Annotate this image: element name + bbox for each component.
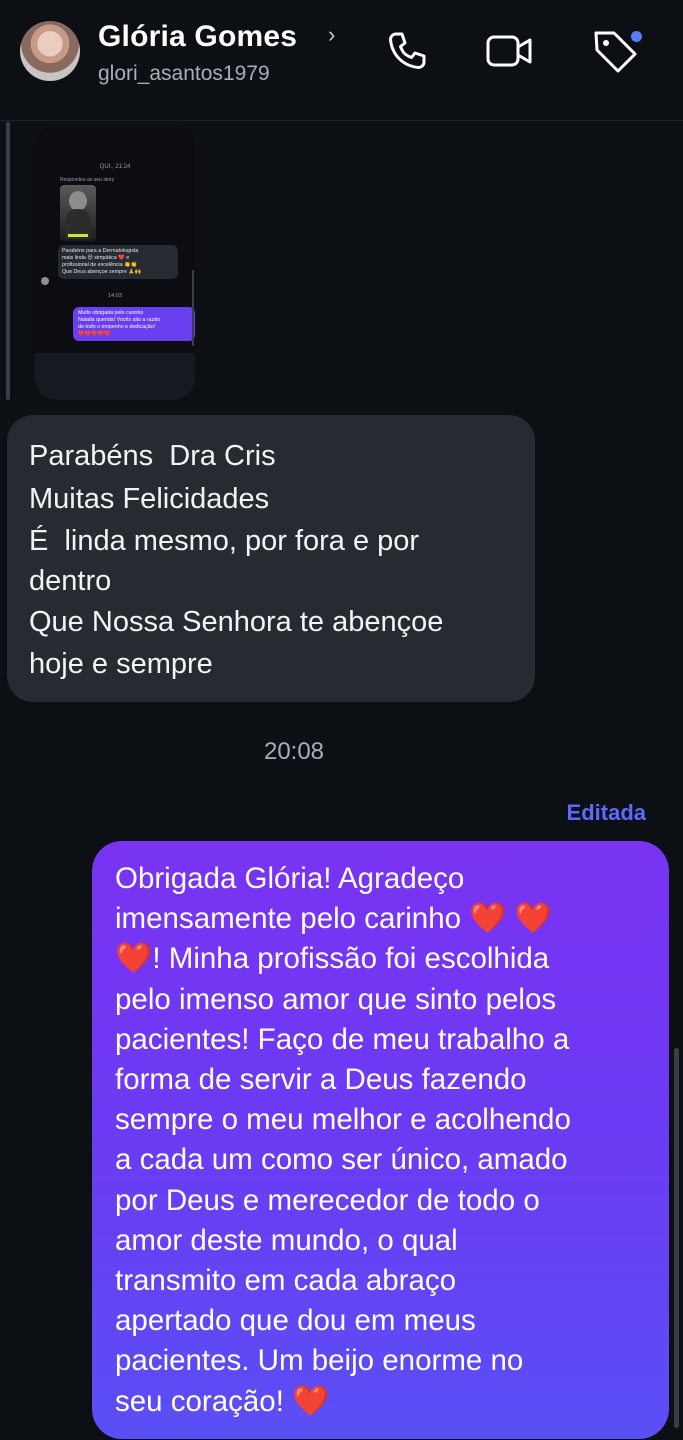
message-line: pelo imenso amor que sinto pelos — [115, 982, 557, 1016]
chevron-right-icon[interactable]: › — [328, 22, 335, 48]
message-line: É linda mesmo, por fora e por — [29, 525, 420, 557]
chat-header: Glória Gomes › glori_asantos1979 — [0, 0, 683, 121]
message-line: dentro — [29, 565, 112, 597]
shared-screenshot[interactable]: QUI., 21:24 Respondeu ao seu story Parab… — [35, 125, 195, 400]
message-line: ❤️! Minha profissão foi escolhida — [115, 942, 550, 976]
screenshot-scrollbar — [192, 270, 194, 346]
message-line: por Deus e merecedor de todo o — [115, 1183, 540, 1217]
heart-emoji: ❤️ — [292, 1384, 330, 1418]
message-line: Obrigada Glória! Agradeço — [115, 862, 465, 895]
message-line: pacientes. Um beijo enorme no — [115, 1344, 524, 1378]
message-line: amor deste mundo, o qual — [115, 1223, 458, 1257]
screenshot-time: QUI., 21:24 — [99, 164, 131, 170]
message-line: imensamente pelo carinho ❤️ ❤️ — [115, 902, 553, 936]
heart-emoji: ❤️ — [514, 902, 553, 936]
contact-username[interactable]: glori_asantos1979 — [98, 62, 270, 86]
video-camera-icon[interactable] — [484, 26, 534, 76]
notification-dot — [631, 31, 642, 42]
screenshot-avatar — [41, 277, 49, 285]
sent-message-bubble[interactable]: Obrigada Glória! Agradeço imensamente pe… — [92, 841, 669, 1439]
message-line: a cada um como ser único, amado — [115, 1143, 568, 1177]
received-message-bubble[interactable]: Parabéns Dra Cris Muitas Felicidades É l… — [7, 415, 535, 702]
scroll-indicator — [6, 122, 10, 400]
screenshot-message: Parabéns para a Dermatologista mais lind… — [58, 245, 178, 279]
edited-label[interactable]: Editada — [567, 800, 646, 826]
message-line: Que Nossa Senhora te abençoe — [29, 606, 444, 638]
message-line: sempre o meu melhor e acolhendo — [115, 1103, 571, 1137]
message-line: pacientes! Faço de meu trabalho a — [115, 1022, 570, 1056]
message-line: Muitas Felicidades — [29, 483, 270, 515]
phone-icon[interactable] — [382, 26, 432, 76]
message-line: forma de servir a Deus fazendo — [115, 1063, 527, 1097]
contact-name[interactable]: Glória Gomes — [98, 20, 297, 54]
screenshot-content: QUI., 21:24 Respondeu ao seu story Parab… — [35, 125, 195, 353]
heart-emoji: ❤️ — [115, 942, 153, 976]
screenshot-reply: Muito obrigada pelo carinho Natalia quer… — [73, 307, 195, 341]
message-line: hoje e sempre — [29, 648, 213, 680]
message-line: transmito em cada abraço — [115, 1264, 457, 1298]
screenshot-replied-label: Respondeu ao seu story — [60, 177, 115, 183]
story-thumbnail — [60, 185, 96, 241]
message-timestamp: 20:08 — [263, 738, 325, 765]
message-line: apertado que dou em meus — [115, 1304, 476, 1338]
screenshot-time-2: 14:03 — [108, 293, 122, 299]
scroll-indicator — [674, 1048, 679, 1428]
avatar[interactable] — [20, 21, 80, 81]
message-line: Parabéns Dra Cris — [29, 440, 276, 472]
message-line: seu coração! ❤️ — [115, 1384, 330, 1418]
heart-emoji: ❤️ — [469, 902, 507, 936]
